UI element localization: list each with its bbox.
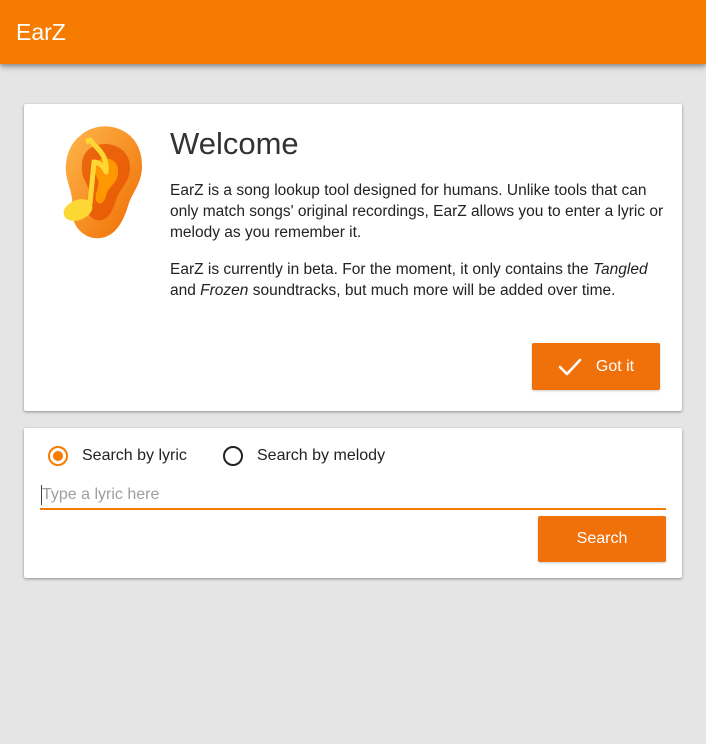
search-button-label: Search [576, 530, 628, 547]
radio-search-by-melody[interactable]: Search by melody [223, 446, 385, 466]
search-button[interactable]: Search [538, 516, 666, 562]
beta-notice-and: and [170, 282, 201, 299]
got-it-label: Got it [595, 357, 635, 375]
app-title: EarZ [16, 19, 66, 45]
lyric-input-container[interactable] [40, 482, 666, 510]
checkmark-icon [558, 358, 582, 375]
radio-label-lyric[interactable]: Search by lyric [82, 447, 187, 465]
ear-music-note-icon [63, 126, 142, 239]
welcome-description: EarZ is a song lookup tool designed for … [170, 182, 664, 241]
text-caret [41, 485, 42, 505]
welcome-heading: Welcome [170, 126, 299, 161]
radio-search-by-lyric[interactable]: Search by lyric [48, 446, 187, 466]
radio-circle-melody[interactable] [223, 446, 243, 466]
radio-label-melody[interactable]: Search by melody [257, 447, 385, 465]
lyric-input[interactable] [40, 482, 666, 508]
frozen-title: Frozen [200, 282, 249, 299]
beta-notice-text: EarZ is currently in beta. For the momen… [170, 261, 593, 278]
got-it-button[interactable]: Got it [532, 343, 660, 390]
app-bar: EarZ [0, 0, 706, 64]
welcome-card: Welcome EarZ is a song lookup tool desig… [24, 104, 682, 411]
beta-notice-end: soundtracks, but much more will be added… [248, 282, 616, 299]
beta-notice: EarZ is currently in beta. For the momen… [170, 259, 666, 301]
radio-circle-lyric[interactable] [48, 446, 68, 466]
tangled-title: Tangled [593, 261, 648, 278]
search-card: Search by lyric Search by melody Search [24, 428, 682, 578]
